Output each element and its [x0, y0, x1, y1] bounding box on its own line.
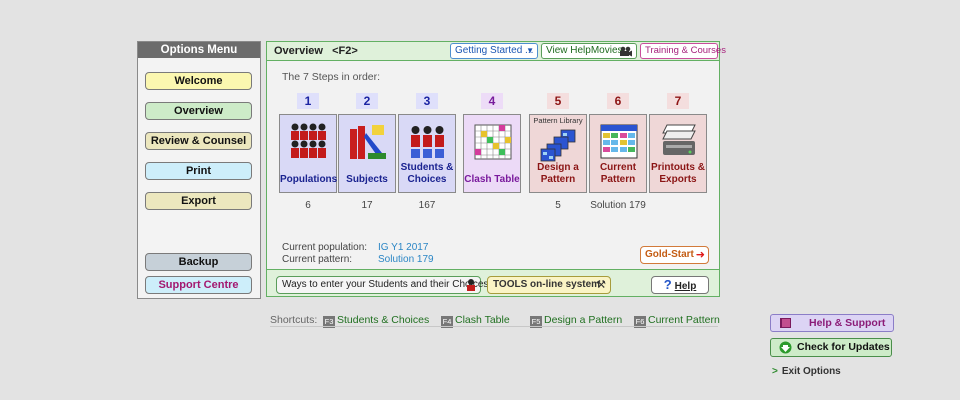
step-count-current-pattern: Solution 179: [590, 200, 646, 211]
chevron-right-icon: >: [772, 366, 778, 377]
person-icon: [467, 279, 475, 291]
current-population-label: Current population:: [282, 242, 368, 253]
review-counsel-button[interactable]: Review & Counsel: [145, 132, 252, 150]
step-number-3: 3: [416, 93, 438, 109]
ways-to-enter-button[interactable]: Ways to enter your Students and their Ch…: [276, 276, 488, 294]
step-label-students-choices: Students & Choices: [400, 162, 454, 185]
check-updates-button[interactable]: Check for Updates: [770, 338, 892, 357]
gold-start-label: Gold-Start: [645, 249, 694, 260]
books-icon: [350, 125, 386, 159]
step-label-populations: Populations: [280, 174, 338, 185]
help-movies-label: View HelpMovies: [546, 45, 623, 56]
help-button[interactable]: ? Help: [651, 276, 709, 294]
step-number-2: 2: [356, 93, 378, 109]
step-count-populations: 6: [305, 200, 311, 211]
step-label-subjects: Subjects: [346, 174, 388, 185]
ways-to-enter-label: Ways to enter your Students and their Ch…: [282, 279, 489, 290]
step-card-subjects[interactable]: Subjects: [338, 114, 396, 193]
tools-online-button[interactable]: TOOLS on-line system ⚒: [487, 276, 611, 294]
step-count-subjects: 17: [361, 200, 373, 211]
movie-camera-icon: [620, 46, 632, 57]
book-icon: [780, 318, 791, 328]
students-icon: [411, 126, 444, 158]
step-label-clash-table: Clash Table: [464, 174, 520, 185]
options-menu: Options Menu Welcome Overview Review & C…: [137, 41, 261, 299]
help-question-icon: ?: [663, 277, 672, 292]
steps-caption: The 7 Steps in order:: [282, 71, 381, 83]
overview-title: Overview <F2>: [274, 45, 358, 57]
shortcuts-label: Shortcuts:: [270, 314, 318, 326]
overview-header: Overview <F2> Getting Started ... ▼ View…: [267, 42, 726, 61]
options-menu-title: Options Menu: [138, 42, 260, 58]
step-label-current-pattern: Current Pattern: [599, 162, 637, 185]
step-label-design-pattern: Design a Pattern: [537, 162, 579, 185]
step-number-1: 1: [297, 93, 319, 109]
exit-options-link[interactable]: > Exit Options: [772, 366, 841, 377]
shortcut-label: Clash Table: [455, 314, 510, 326]
welcome-button[interactable]: Welcome: [145, 72, 252, 90]
pattern-library-label: Pattern Library: [533, 116, 583, 125]
gold-start-button[interactable]: Gold-Start ➜: [640, 246, 709, 264]
pattern-grid-icon: [600, 124, 638, 159]
support-centre-button[interactable]: Support Centre: [145, 276, 252, 294]
shortcuts-divider: [270, 326, 718, 327]
print-button[interactable]: Print: [145, 162, 252, 180]
pattern-library-icon: [540, 129, 576, 162]
getting-started-dropdown[interactable]: Getting Started ... ▼: [450, 43, 538, 59]
step-card-populations[interactable]: Populations: [279, 114, 337, 193]
current-pattern-link[interactable]: Solution 179: [378, 254, 434, 265]
exit-options-label: Exit Options: [781, 366, 841, 377]
printer-icon: [662, 124, 696, 155]
training-courses-button[interactable]: Training & Courses: [640, 43, 726, 59]
check-updates-label: Check for Updates: [797, 341, 890, 353]
step-card-clash-table[interactable]: Clash Table: [463, 114, 521, 193]
step-label-printouts-exports: Printouts & Exports: [651, 162, 705, 185]
help-support-label: Help & Support: [809, 317, 886, 329]
overview-panel: Overview <F2> Getting Started ... ▼ View…: [266, 41, 726, 297]
getting-started-label: Getting Started ...: [455, 45, 534, 56]
shortcut-label: Design a Pattern: [544, 314, 623, 326]
step-number-6: 6: [607, 93, 629, 109]
step-number-4: 4: [481, 93, 503, 109]
step-card-design-pattern[interactable]: Pattern Library Design a Pattern: [529, 114, 587, 193]
tools-icon: ⚒: [596, 279, 606, 291]
overview-button[interactable]: Overview: [145, 102, 252, 120]
help-support-button[interactable]: Help & Support: [770, 314, 894, 332]
backup-button[interactable]: Backup: [145, 253, 252, 271]
step-card-printouts-exports[interactable]: Printouts & Exports: [649, 114, 707, 193]
export-button[interactable]: Export: [145, 192, 252, 210]
step-card-current-pattern[interactable]: Current Pattern: [589, 114, 647, 193]
population-group-icon: [291, 123, 326, 158]
help-movies-button[interactable]: View HelpMovies: [541, 43, 637, 59]
step-number-7: 7: [667, 93, 689, 109]
chevron-down-icon: ▼: [526, 46, 534, 55]
tools-online-label: TOOLS on-line system: [493, 279, 601, 290]
current-population-link[interactable]: IG Y1 2017: [378, 242, 428, 253]
step-number-5: 5: [547, 93, 569, 109]
overview-bottom-bar: Ways to enter your Students and their Ch…: [267, 269, 719, 296]
clash-grid-icon: [474, 124, 512, 160]
help-label: Help: [674, 281, 697, 292]
download-arrow-icon: [779, 341, 792, 354]
current-pattern-label: Current pattern:: [282, 254, 353, 265]
arrow-right-icon: ➜: [695, 249, 705, 261]
shortcut-label: Students & Choices: [337, 314, 430, 326]
step-card-students-choices[interactable]: Students & Choices: [398, 114, 456, 193]
shortcut-label: Current Pattern: [648, 314, 720, 326]
step-count-students-choices: 167: [418, 200, 436, 211]
